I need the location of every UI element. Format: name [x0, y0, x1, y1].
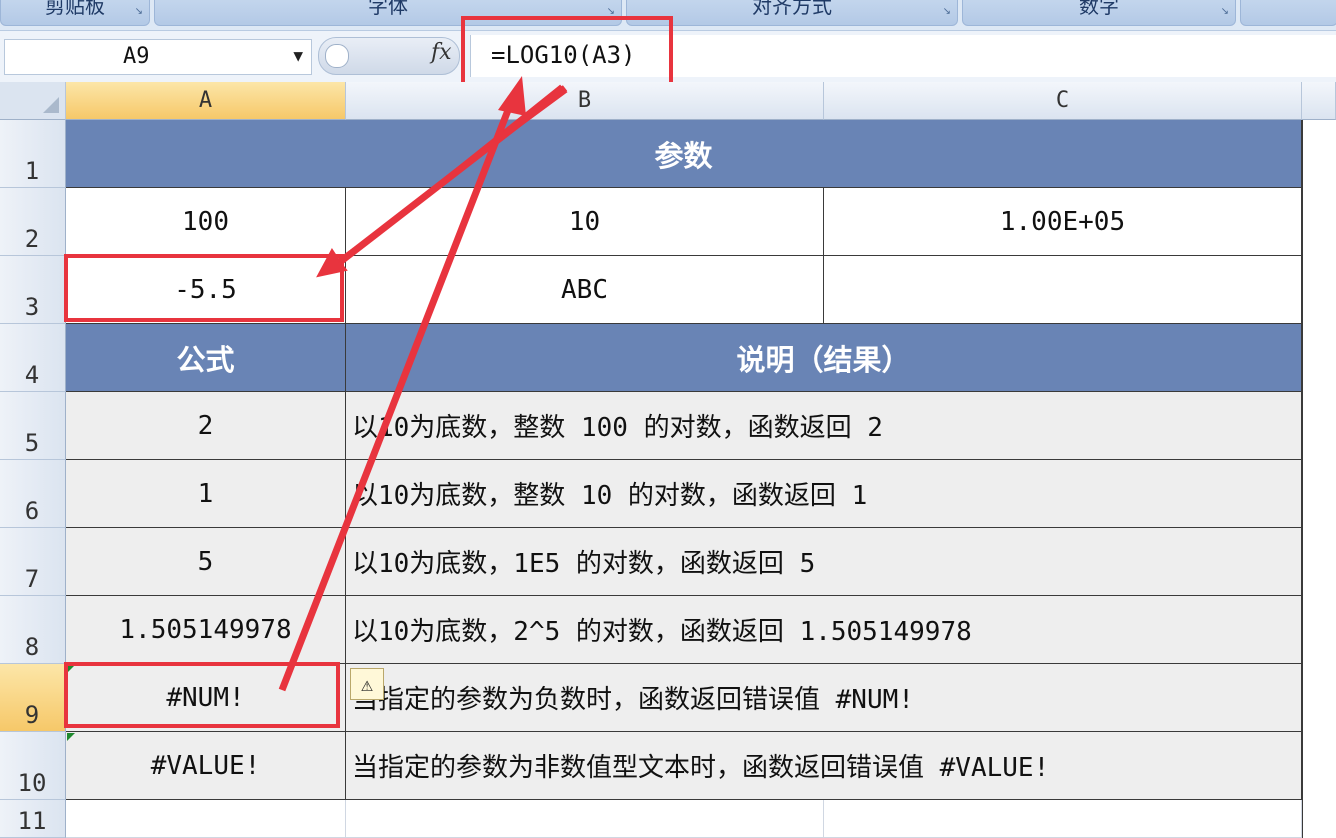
column-header-d[interactable] [1302, 82, 1336, 120]
cell-b5[interactable]: 以10为底数，整数 100 的对数，函数返回 2 [346, 392, 1302, 460]
dialog-launcher-icon[interactable]: ↘ [1221, 1, 1229, 23]
column-header-b[interactable]: B [346, 82, 824, 120]
column-header-c[interactable]: C [824, 82, 1302, 120]
cell-params-header[interactable]: 参数 [66, 120, 1302, 188]
error-indicator-icon [67, 733, 75, 741]
ribbon-group-font-label: 字体 [368, 0, 408, 18]
row-header-2[interactable]: 2 [0, 188, 66, 256]
ribbon-group-clipboard-label: 剪贴板 [45, 0, 105, 18]
row-number: 9 [24, 701, 40, 729]
cell-c2[interactable]: 1.00E+05 [824, 188, 1302, 256]
row-number: 5 [24, 429, 40, 457]
row-number: 11 [17, 807, 47, 835]
ribbon-group-number-label: 数字 [1079, 0, 1119, 18]
column-d-area[interactable] [1302, 120, 1336, 838]
cell-desc-header[interactable]: 说明（结果） [346, 324, 1302, 392]
cell-b6[interactable]: 以10为底数，整数 10 的对数，函数返回 1 [346, 460, 1302, 528]
row-number: 1 [24, 157, 40, 185]
ribbon-group-next[interactable] [1240, 0, 1336, 26]
row-header-7[interactable]: 7 [0, 528, 66, 596]
cell-c3[interactable] [824, 256, 1302, 324]
cell-a2[interactable]: 100 [66, 188, 346, 256]
row-header-1[interactable]: 1 [0, 120, 66, 188]
cell-b10[interactable]: 当指定的参数为非数值型文本时，函数返回错误值 #VALUE! [346, 732, 1302, 800]
cell-c11[interactable] [824, 800, 1302, 838]
formula-bar-resize-handle[interactable] [325, 44, 349, 68]
cell-a10[interactable]: #VALUE! [66, 732, 346, 800]
cell-a7[interactable]: 5 [66, 528, 346, 596]
ribbon-group-clipboard[interactable]: 剪贴板 ↘ [0, 0, 150, 26]
ribbon-group-alignment-label: 对齐方式 [752, 0, 832, 18]
row-header-11[interactable]: 11 [0, 800, 66, 838]
fx-icon[interactable]: fx [431, 40, 452, 65]
dialog-launcher-icon[interactable]: ↘ [135, 1, 143, 23]
highlight-box-a3 [64, 254, 344, 322]
cell-a8[interactable]: 1.505149978 [66, 596, 346, 664]
row-header-9[interactable]: 9 [0, 664, 66, 732]
name-box[interactable]: A9 ▼ [4, 39, 312, 75]
row-number: 8 [24, 633, 40, 661]
dialog-launcher-icon[interactable]: ↘ [943, 1, 951, 23]
cell-b3[interactable]: ABC [346, 256, 824, 324]
column-header-a[interactable]: A [66, 82, 346, 120]
row-number: 4 [24, 361, 40, 389]
cell-b2[interactable]: 10 [346, 188, 824, 256]
cell-b7[interactable]: 以10为底数，1E5 的对数，函数返回 5 [346, 528, 1302, 596]
row-number: 10 [17, 769, 47, 797]
select-all-corner-icon[interactable] [0, 82, 66, 120]
row-header-6[interactable]: 6 [0, 460, 66, 528]
name-box-value: A9 [123, 44, 150, 69]
row-number: 2 [24, 225, 40, 253]
name-box-dropdown-icon[interactable]: ▼ [293, 46, 303, 65]
formula-highlight-box [461, 16, 673, 90]
row-header-8[interactable]: 8 [0, 596, 66, 664]
cell-formula-header[interactable]: 公式 [66, 324, 346, 392]
row-header-3[interactable]: 3 [0, 256, 66, 324]
row-header-5[interactable]: 5 [0, 392, 66, 460]
cell-b9[interactable]: 当指定的参数为负数时，函数返回错误值 #NUM! [346, 664, 1302, 732]
ribbon-group-alignment[interactable]: 对齐方式 ↘ [626, 0, 958, 26]
cell-a6[interactable]: 1 [66, 460, 346, 528]
cell-b11[interactable] [346, 800, 824, 838]
cell-a5[interactable]: 2 [66, 392, 346, 460]
row-header-10[interactable]: 10 [0, 732, 66, 800]
row-header-4[interactable]: 4 [0, 324, 66, 392]
row-number: 3 [24, 293, 40, 321]
formula-bar-controls: fx [318, 37, 460, 75]
row-number: 6 [24, 497, 40, 525]
cell-b8[interactable]: 以10为底数，2^5 的对数，函数返回 1.505149978 [346, 596, 1302, 664]
row-number: 7 [24, 565, 40, 593]
ribbon-group-number[interactable]: 数字 ↘ [962, 0, 1236, 26]
cell-a11[interactable] [66, 800, 346, 838]
highlight-box-a9 [64, 662, 340, 728]
error-warning-icon[interactable]: ⚠ [350, 668, 384, 700]
